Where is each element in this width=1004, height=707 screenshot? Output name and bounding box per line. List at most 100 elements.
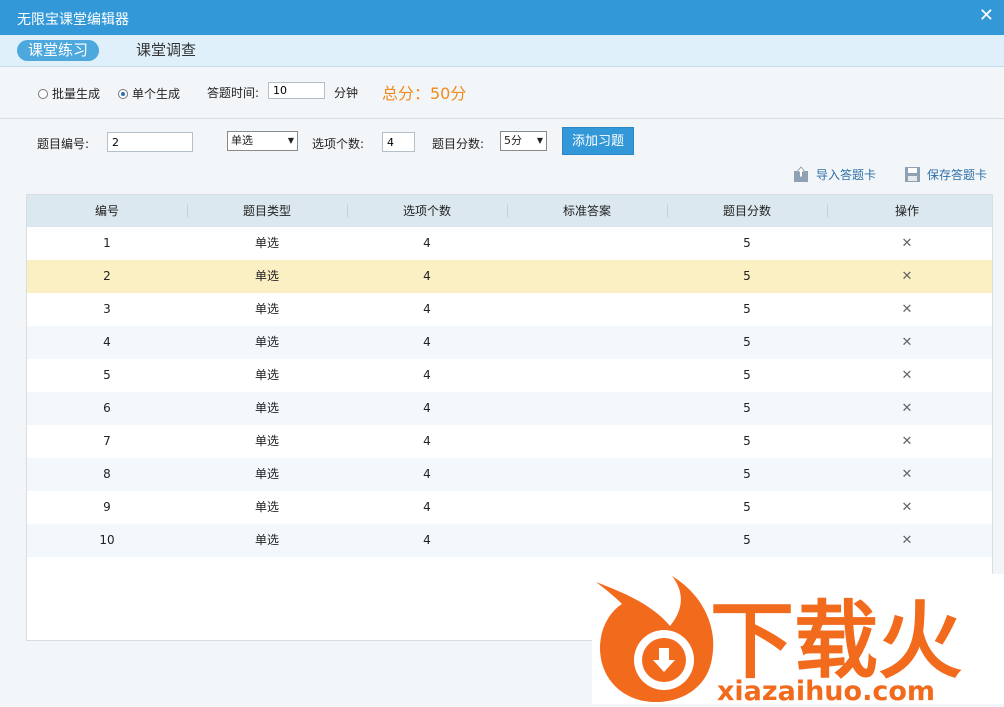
cell-number: 2 <box>103 269 111 283</box>
radio-batch-generate[interactable]: 批量生成 <box>38 85 100 102</box>
cell-number: 8 <box>103 467 111 481</box>
cell-answer[interactable] <box>507 227 667 260</box>
cell-type: 单选 <box>254 467 279 481</box>
cell-type: 单选 <box>254 500 279 514</box>
column-header-option-count: 选项个数 <box>402 204 451 218</box>
question-score-select[interactable]: 5分 ▼ <box>500 131 547 151</box>
cell-type: 单选 <box>254 236 279 250</box>
cell-number: 7 <box>103 434 111 448</box>
save-icon <box>905 167 920 182</box>
column-header-number: 编号 <box>94 204 119 218</box>
radio-single-generate[interactable]: 单个生成 <box>118 85 180 102</box>
cell-score: 5 <box>743 302 751 316</box>
cell-option-count: 4 <box>423 368 431 382</box>
cell-type: 单选 <box>254 302 279 316</box>
cell-number: 9 <box>103 500 111 514</box>
table-row[interactable]: 3 单选 4 5 ✕ <box>27 293 992 326</box>
cell-option-count: 4 <box>423 335 431 349</box>
title-bar: 无限宝课堂编辑器 ✕ <box>0 0 1004 35</box>
cell-answer[interactable] <box>507 524 667 557</box>
radio-indicator-selected <box>118 88 128 99</box>
radio-batch-label: 批量生成 <box>52 87 101 101</box>
answer-time-label: 答题时间: <box>207 86 260 100</box>
import-answer-card-label: 导入答题卡 <box>816 168 877 182</box>
column-header-score: 题目分数 <box>722 204 771 218</box>
cell-number: 6 <box>103 401 111 415</box>
cell-answer[interactable] <box>507 326 667 359</box>
question-score-value: 5分 <box>504 134 522 147</box>
answer-time-input[interactable] <box>268 82 325 99</box>
table-row[interactable]: 4 单选 4 5 ✕ <box>27 326 992 359</box>
cell-type: 单选 <box>254 269 279 283</box>
option-count-label: 选项个数: <box>312 137 365 151</box>
table-header: 编号 题目类型 选项个数 标准答案 题目分数 操作 <box>27 195 992 227</box>
cell-type: 单选 <box>254 335 279 349</box>
cell-answer[interactable] <box>507 491 667 524</box>
cell-number: 4 <box>103 335 111 349</box>
cell-answer[interactable] <box>507 359 667 392</box>
cell-option-count: 4 <box>423 467 431 481</box>
cell-option-count: 4 <box>423 269 431 283</box>
cell-score: 5 <box>743 434 751 448</box>
table-row[interactable]: 7 单选 4 5 ✕ <box>27 425 992 458</box>
cell-score: 5 <box>743 269 751 283</box>
answer-time-unit: 分钟 <box>334 86 359 100</box>
close-icon[interactable]: ✕ <box>979 5 994 26</box>
flame-logo-icon: 下载火 xiazaihuo.com <box>596 576 962 707</box>
tab-classroom-exercise[interactable]: 课堂练习 <box>17 40 100 61</box>
delete-icon[interactable]: ✕ <box>827 392 987 425</box>
cell-answer[interactable] <box>507 293 667 326</box>
radio-single-label: 单个生成 <box>132 87 181 101</box>
generate-settings: 批量生成 单个生成 答题时间: 分钟 总分：50分 <box>0 66 1004 119</box>
watermark-logo: 下载火 xiazaihuo.com <box>592 574 1004 707</box>
table-row[interactable]: 10 单选 4 5 ✕ <box>27 524 992 557</box>
tab-classroom-survey[interactable]: 课堂调查 <box>125 40 207 61</box>
cell-answer[interactable] <box>507 425 667 458</box>
question-number-input[interactable] <box>107 132 193 152</box>
cell-answer[interactable] <box>507 260 667 293</box>
cell-number: 1 <box>103 236 111 250</box>
cell-option-count: 4 <box>423 434 431 448</box>
table-row[interactable]: 9 单选 4 5 ✕ <box>27 491 992 524</box>
save-answer-card-button[interactable]: 保存答题卡 <box>904 166 987 183</box>
delete-icon[interactable]: ✕ <box>827 458 987 491</box>
cell-score: 5 <box>743 401 751 415</box>
table-row[interactable]: 5 单选 4 5 ✕ <box>27 359 992 392</box>
cell-answer[interactable] <box>507 392 667 425</box>
delete-icon[interactable]: ✕ <box>827 491 987 524</box>
question-type-select[interactable]: 单选 ▼ <box>227 131 298 151</box>
delete-icon[interactable]: ✕ <box>827 260 987 293</box>
cell-option-count: 4 <box>423 302 431 316</box>
radio-indicator <box>38 88 48 99</box>
cell-number: 5 <box>103 368 111 382</box>
import-answer-card-button[interactable]: 导入答题卡 <box>793 166 876 183</box>
cell-score: 5 <box>743 533 751 547</box>
delete-icon[interactable]: ✕ <box>827 359 987 392</box>
cell-option-count: 4 <box>423 500 431 514</box>
tab-bar: 课堂练习 课堂调查 <box>0 35 1004 67</box>
cell-answer[interactable] <box>507 458 667 491</box>
delete-icon[interactable]: ✕ <box>827 425 987 458</box>
cell-type: 单选 <box>254 434 279 448</box>
cell-type: 单选 <box>254 533 279 547</box>
cell-number: 3 <box>103 302 111 316</box>
delete-icon[interactable]: ✕ <box>827 227 987 260</box>
cell-option-count: 4 <box>423 236 431 250</box>
table-row[interactable]: 2 单选 4 5 ✕ <box>27 260 992 293</box>
cell-option-count: 4 <box>423 401 431 415</box>
option-count-input[interactable] <box>382 132 415 152</box>
table-row[interactable]: 6 单选 4 5 ✕ <box>27 392 992 425</box>
table-row[interactable]: 1 单选 4 5 ✕ <box>27 227 992 260</box>
delete-icon[interactable]: ✕ <box>827 524 987 557</box>
delete-icon[interactable]: ✕ <box>827 293 987 326</box>
add-question-button[interactable]: 添加习题 <box>562 127 634 155</box>
cell-type: 单选 <box>254 368 279 382</box>
question-type-value: 单选 <box>231 134 253 147</box>
delete-icon[interactable]: ✕ <box>827 326 987 359</box>
cell-score: 5 <box>743 368 751 382</box>
question-score-label: 题目分数: <box>432 137 485 151</box>
cell-score: 5 <box>743 236 751 250</box>
window-title: 无限宝课堂编辑器 <box>17 12 129 28</box>
total-score: 总分：50分 <box>382 84 467 103</box>
table-row[interactable]: 8 单选 4 5 ✕ <box>27 458 992 491</box>
